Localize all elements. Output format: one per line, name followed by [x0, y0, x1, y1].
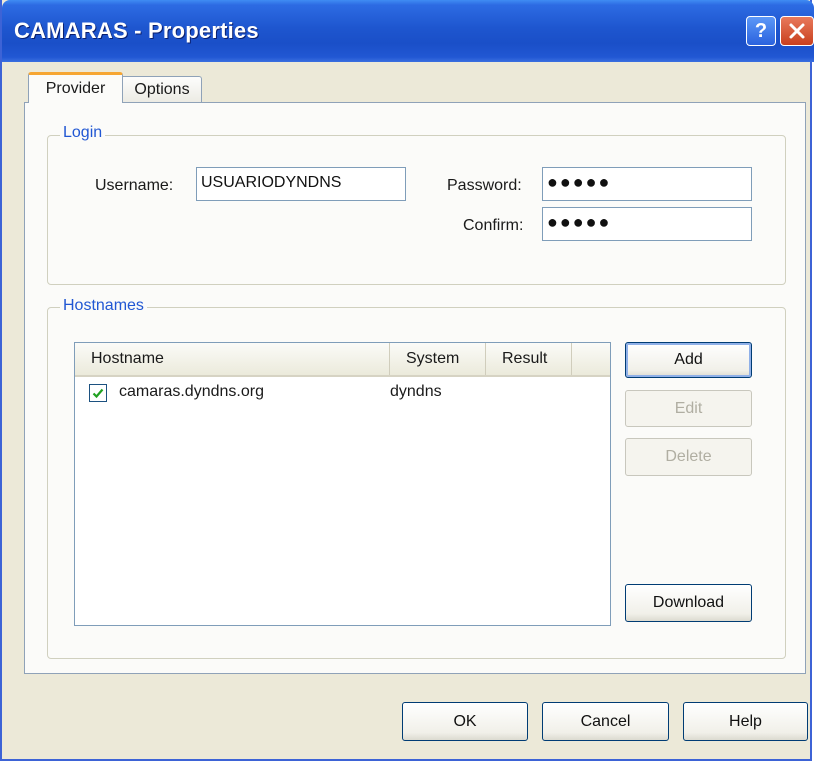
- list-header: Hostname System Result: [75, 343, 610, 377]
- login-group-label: Login: [60, 124, 106, 142]
- cell-system: dyndns: [390, 383, 442, 400]
- download-button[interactable]: Download: [625, 584, 752, 622]
- column-header-system[interactable]: System: [390, 343, 486, 375]
- title-bar[interactable]: CAMARAS - Properties ?: [2, 0, 814, 62]
- table-row[interactable]: camaras.dyndns.org dyndns: [75, 379, 610, 409]
- column-result-label: Result: [502, 350, 548, 367]
- cancel-button[interactable]: Cancel: [542, 702, 669, 741]
- close-button[interactable]: [780, 16, 814, 46]
- hostnames-group-label: Hostnames: [60, 297, 147, 315]
- username-field[interactable]: USUARIODYNDNS: [196, 167, 406, 201]
- ok-button[interactable]: OK: [402, 702, 528, 741]
- tab-provider-label: Provider: [45, 80, 106, 97]
- confirm-label: Confirm:: [463, 217, 524, 234]
- properties-dialog: CAMARAS - Properties ? Provider Options …: [0, 0, 814, 761]
- column-hostname-label: Hostname: [91, 350, 164, 367]
- delete-button[interactable]: Delete: [625, 438, 752, 476]
- add-button[interactable]: Add: [625, 342, 752, 378]
- password-label: Password:: [447, 177, 522, 194]
- help-title-button[interactable]: ?: [746, 16, 776, 46]
- confirm-field[interactable]: ●●●●●: [542, 207, 752, 241]
- column-header-hostname[interactable]: Hostname: [75, 343, 390, 375]
- question-mark-icon: ?: [754, 19, 768, 42]
- edit-button[interactable]: Edit: [625, 390, 752, 427]
- tab-options[interactable]: Options: [123, 76, 202, 102]
- row-checkbox[interactable]: [89, 384, 107, 402]
- cell-hostname: camaras.dyndns.org: [119, 383, 264, 400]
- checkmark-icon: [92, 388, 104, 399]
- tab-options-label: Options: [134, 80, 190, 98]
- close-icon: [789, 23, 805, 39]
- window-title: CAMARAS - Properties: [14, 18, 259, 43]
- tab-provider[interactable]: Provider: [28, 72, 123, 103]
- hostname-list[interactable]: Hostname System Result camaras.dyndns.or…: [74, 342, 611, 626]
- column-system-label: System: [406, 350, 460, 367]
- help-button[interactable]: Help: [683, 702, 808, 741]
- password-field[interactable]: ●●●●●: [542, 167, 752, 201]
- column-header-result[interactable]: Result: [486, 343, 572, 375]
- username-label: Username:: [95, 177, 174, 194]
